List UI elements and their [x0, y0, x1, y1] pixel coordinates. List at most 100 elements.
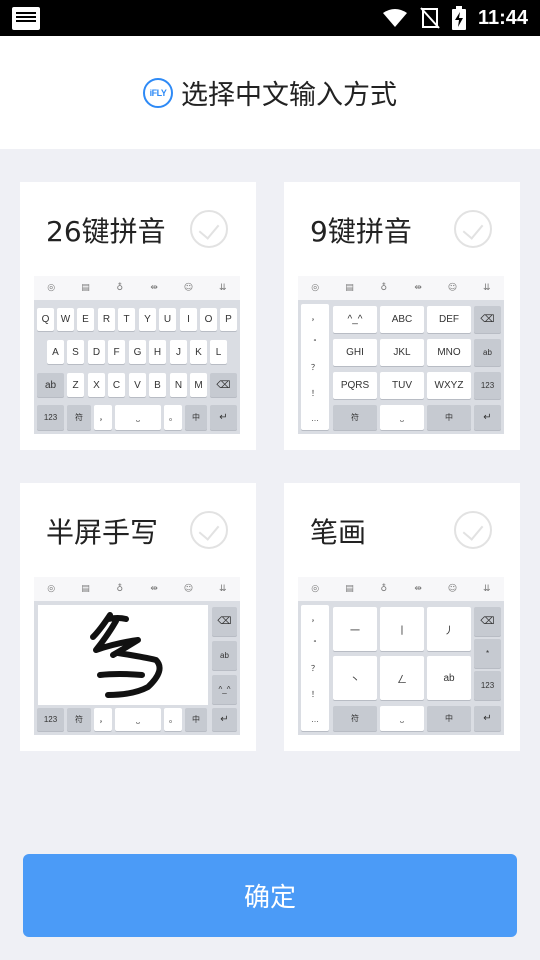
key: MNO	[427, 339, 471, 366]
key: R	[98, 308, 115, 331]
key: V	[129, 373, 146, 397]
collapse-icon: ⇊	[219, 584, 227, 594]
space-key: ⎵	[115, 405, 161, 430]
status-icons: 11:44	[382, 0, 528, 36]
option-card-stroke[interactable]: 笔画 ◎ ▤ ♁ ⇹ ☺ ⇊ ， “ ？ ！ … 一 丨 丿 丶 ㄥ ab ⌫ …	[284, 483, 520, 751]
key: ^_^	[333, 306, 377, 333]
key: DEF	[427, 306, 471, 333]
cursor-icon: ⇹	[414, 283, 422, 293]
key-symbol: 符	[333, 405, 377, 430]
option-label: 9键拼音	[310, 215, 412, 248]
key-comma: ，	[94, 708, 112, 731]
key: S	[67, 340, 84, 364]
ifly-icon: ◎	[311, 584, 320, 594]
key: “	[313, 337, 317, 347]
key: E	[77, 308, 94, 331]
key-ab: ab	[37, 373, 64, 397]
ifly-icon: ◎	[47, 283, 56, 293]
option-label: 26键拼音	[46, 215, 166, 248]
key: D	[88, 340, 105, 364]
enter-icon: ↵	[210, 405, 237, 430]
key: Y	[139, 308, 156, 331]
key: B	[149, 373, 166, 397]
key: 丶	[333, 656, 377, 700]
key-star: *	[474, 639, 501, 668]
check-circle-icon[interactable]	[190, 511, 228, 549]
key: Z	[67, 373, 84, 397]
key-lang: 中	[427, 405, 471, 430]
key: 丨	[380, 607, 424, 651]
key: ，	[311, 312, 319, 322]
cursor-icon: ⇹	[414, 584, 422, 594]
key-lang: 中	[185, 708, 207, 731]
wifi-icon	[382, 8, 408, 28]
key-lang: 中	[185, 405, 207, 430]
key: H	[149, 340, 166, 364]
handwriting-area	[38, 605, 208, 705]
key: T	[118, 308, 135, 331]
collapse-icon: ⇊	[483, 283, 491, 293]
key: PQRS	[333, 372, 377, 399]
collapse-icon: ⇊	[219, 283, 227, 293]
option-label: 笔画	[310, 516, 367, 549]
key: WXYZ	[427, 372, 471, 399]
mic-icon: ♁	[116, 283, 124, 293]
key-123: 123	[474, 671, 501, 700]
ifly-icon: ◎	[47, 584, 56, 594]
option-card-half-screen-handwriting[interactable]: 半屏手写 ◎ ▤ ♁ ⇹ ☺ ⇊ ⌫ ab ^_^ 123 符 ， ⎵ 。 中 …	[20, 483, 256, 751]
ifly-logo-icon: iFLY	[143, 77, 173, 108]
keyboard-preview: ◎ ▤ ♁ ⇹ ☺ ⇊ ， “ ？ ！ … 一 丨 丿 丶 ㄥ ab ⌫ * 1…	[298, 577, 504, 735]
key-123: 123	[37, 405, 64, 430]
check-circle-icon[interactable]	[190, 210, 228, 248]
option-label: 半屏手写	[46, 516, 159, 549]
enter-icon: ↵	[474, 405, 501, 430]
ifly-icon: ◎	[311, 283, 320, 293]
keyboard-toolbar: ◎ ▤ ♁ ⇹ ☺ ⇊	[298, 577, 504, 601]
backspace-icon: ⌫	[474, 306, 501, 333]
no-signal-icon	[420, 7, 440, 29]
key: …	[311, 413, 319, 423]
key: I	[180, 308, 197, 331]
backspace-icon: ⌫	[474, 607, 501, 636]
key: ，	[311, 613, 319, 623]
keyboard-toolbar: ◎ ▤ ♁ ⇹ ☺ ⇊	[298, 276, 504, 300]
key-symbol: 符	[67, 405, 91, 430]
key-emoticon: ^_^	[212, 675, 237, 704]
key: …	[311, 714, 319, 724]
check-circle-icon[interactable]	[454, 210, 492, 248]
key: ！	[311, 689, 319, 699]
clock: 11:44	[477, 6, 528, 29]
key-symbol: 符	[67, 708, 91, 731]
key: K	[190, 340, 207, 364]
key-lang: 中	[427, 706, 471, 731]
emoji-icon: ☺	[447, 283, 458, 293]
collapse-icon: ⇊	[483, 584, 491, 594]
key: GHI	[333, 339, 377, 366]
keyboard-icon: ▤	[81, 283, 90, 293]
page-title: 选择中文输入方式	[181, 80, 397, 111]
cursor-icon: ⇹	[150, 283, 158, 293]
key: ？	[311, 362, 319, 372]
key: F	[108, 340, 125, 364]
keyboard-preview: ◎ ▤ ♁ ⇹ ☺ ⇊ ⌫ ab ^_^ 123 符 ， ⎵ 。 中 ↵	[34, 577, 240, 735]
key: W	[57, 308, 74, 331]
option-card-9-key-pinyin[interactable]: 9键拼音 ◎ ▤ ♁ ⇹ ☺ ⇊ ， “ ？ ！ … ^_^ ABC DEF G…	[284, 182, 520, 450]
keyboard-toolbar: ◎ ▤ ♁ ⇹ ☺ ⇊	[34, 276, 240, 300]
keyboard-toolbar: ◎ ▤ ♁ ⇹ ☺ ⇊	[34, 577, 240, 601]
keyboard-icon: ▤	[345, 283, 354, 293]
option-card-26-key-pinyin[interactable]: 26键拼音 ◎ ▤ ♁ ⇹ ☺ ⇊ Q W E R T Y U I O P A …	[20, 182, 256, 450]
check-circle-icon[interactable]	[454, 511, 492, 549]
key: TUV	[380, 372, 424, 399]
punctuation-column: ， “ ？ ！ …	[301, 605, 329, 731]
notification-icon	[12, 7, 40, 30]
battery-charging-icon	[451, 6, 466, 30]
enter-icon: ↵	[474, 706, 501, 731]
confirm-button[interactable]: 确定	[23, 854, 517, 937]
key-period: 。	[164, 405, 182, 430]
status-bar: 11:44	[0, 0, 540, 36]
space-key: ⎵	[380, 706, 424, 731]
key: N	[170, 373, 187, 397]
key: 丿	[427, 607, 471, 651]
handwriting-stroke-icon	[90, 612, 163, 698]
key-ab: ab	[427, 656, 471, 700]
